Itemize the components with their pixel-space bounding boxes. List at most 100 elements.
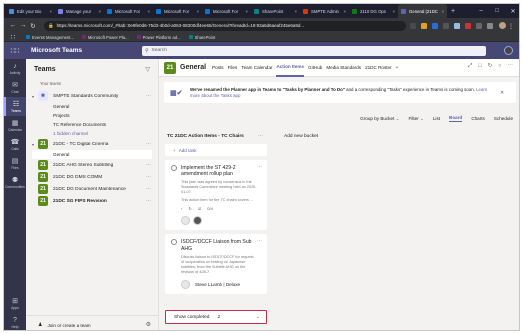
profile-avatar[interactable]: [499, 22, 506, 29]
tab-team-calendar[interactable]: Team Calendar: [241, 59, 272, 77]
tab-close-icon[interactable]: ×: [196, 9, 199, 14]
task-card[interactable]: ⋯ Implement the ST 429-2 amendment rollu…: [165, 160, 267, 231]
url-field[interactable]: 🔒 https://teams.microsoft.com/_#/tab::0e…: [44, 20, 406, 31]
team-more-icon[interactable]: ⋯: [146, 198, 151, 204]
team-more-icon[interactable]: ⋯: [146, 174, 151, 180]
team-more-icon[interactable]: ⋯: [146, 141, 151, 147]
back-icon[interactable]: ←: [8, 22, 18, 29]
team-item[interactable]: ▾ 21 21DC - TC Digital Cinema ⋯: [26, 138, 158, 150]
bookmark-item[interactable]: Events Management...: [26, 35, 74, 40]
rail-communities[interactable]: ⚉ Communities: [4, 173, 26, 192]
rail-teams[interactable]: ☷ Teams: [4, 97, 26, 116]
forward-icon[interactable]: →: [18, 22, 28, 29]
rail-chat[interactable]: ✉ Chat: [4, 78, 26, 97]
settings-gear-icon[interactable]: ⚙: [146, 321, 151, 328]
chat-bubble-icon[interactable]: □: [478, 63, 481, 70]
add-tab-icon[interactable]: +: [396, 59, 399, 77]
waffle-icon[interactable]: ∷∷: [4, 47, 26, 55]
globe-icon[interactable]: ○: [498, 63, 501, 70]
assignee-avatar[interactable]: [181, 216, 190, 226]
show-completed-button[interactable]: Show completed 2 ⌄: [165, 310, 267, 324]
task-card[interactable]: ⋯ ISDCF/DCCF Liaison from Sub AHG Discus…: [165, 234, 267, 294]
assignee-avatar[interactable]: [181, 279, 190, 289]
extension-icon[interactable]: [465, 22, 471, 29]
extension-icon[interactable]: [454, 22, 460, 29]
tab-close-icon[interactable]: ×: [245, 9, 248, 14]
extension-icon[interactable]: [443, 22, 449, 29]
apps-grid-icon[interactable]: ∷: [8, 33, 18, 41]
group-by-dropdown[interactable]: Group by Bucket ⌄: [360, 116, 399, 122]
complete-checkbox[interactable]: [171, 239, 177, 246]
channel-item[interactable]: Projects: [26, 111, 158, 120]
tab-close-icon[interactable]: ×: [441, 9, 444, 14]
new-tab-button[interactable]: +: [447, 4, 459, 18]
browser-tab[interactable]: 2110 DG Ops ×: [349, 4, 398, 18]
bookmark-item[interactable]: SharePoint: [188, 35, 215, 40]
expand-chevron-icon[interactable]: ▾: [32, 142, 34, 147]
tab-github[interactable]: GitHub: [308, 59, 322, 77]
team-item[interactable]: 21 21DC DG Document Maintenance ⋯: [26, 183, 158, 195]
browser-tab[interactable]: SharePoint ×: [251, 4, 300, 18]
reload-icon[interactable]: ↻: [28, 22, 38, 30]
team-more-icon[interactable]: ⋯: [146, 186, 151, 192]
rail-files[interactable]: ▤ Files: [4, 154, 26, 173]
add-task-button[interactable]: + Add task: [165, 144, 267, 156]
extension-icon[interactable]: [432, 22, 438, 29]
assignee-avatar[interactable]: [193, 216, 202, 226]
close-icon[interactable]: ✕: [505, 4, 519, 18]
star-icon[interactable]: [410, 22, 416, 29]
tab-action-items[interactable]: Action Items: [276, 59, 305, 77]
expand-icon[interactable]: ⤢: [468, 63, 472, 70]
tab-media-standards[interactable]: Media Standards: [326, 59, 361, 77]
view-schedule[interactable]: Schedule: [494, 116, 513, 121]
filter-dropdown[interactable]: Filter ⌄: [409, 116, 424, 122]
user-avatar[interactable]: [504, 46, 513, 55]
rail-apps[interactable]: ⊞ Apps: [4, 294, 26, 313]
bookmark-item[interactable]: Power Platform ad...: [136, 35, 181, 40]
extension-icon[interactable]: [421, 22, 427, 29]
tab-close-icon[interactable]: ×: [147, 9, 150, 14]
team-item[interactable]: 21 21DC DG DMS COMM ⋯: [26, 171, 158, 183]
complete-checkbox[interactable]: [171, 165, 177, 171]
dismiss-icon[interactable]: ✕: [500, 90, 504, 96]
browser-tab[interactable]: General (21DC ×: [398, 4, 447, 18]
browser-tab[interactable]: Microsoft For ×: [104, 4, 153, 18]
extension-icon[interactable]: [476, 22, 482, 29]
tab-close-icon[interactable]: ×: [392, 9, 395, 14]
add-bucket-button[interactable]: Add new bucket: [284, 134, 318, 139]
browser-tab[interactable]: Manage your ×: [55, 4, 104, 18]
team-item[interactable]: ▾ ✱ SMPTE Standards Community ⋯: [26, 90, 158, 102]
expand-chevron-icon[interactable]: ▾: [32, 94, 34, 99]
channel-item[interactable]: General: [32, 150, 152, 159]
browser-tab[interactable]: Edit your Bio ×: [6, 4, 55, 18]
minimize-icon[interactable]: –: [473, 4, 489, 18]
rail-calendar[interactable]: ▦ Calendar: [4, 116, 26, 135]
rail-help[interactable]: ? Help: [4, 313, 26, 330]
browser-tab[interactable]: SMPTE Admin ×: [300, 4, 349, 18]
tab-close-icon[interactable]: ×: [294, 9, 297, 14]
bookmark-item[interactable]: Microsoft Power Pla...: [81, 35, 129, 40]
view-charts[interactable]: Charts: [471, 116, 485, 121]
menu-icon[interactable]: ⋮: [506, 22, 516, 30]
channel-item[interactable]: TC Reference Documents: [26, 120, 158, 129]
tab-close-icon[interactable]: ×: [98, 9, 101, 14]
search-input[interactable]: ⚲ Search: [142, 45, 486, 56]
view-list[interactable]: List: [433, 116, 440, 121]
browser-tab[interactable]: Microsoft For ×: [202, 4, 251, 18]
refresh-icon[interactable]: ↻: [488, 63, 493, 70]
filter-icon[interactable]: ▽: [145, 66, 150, 73]
tab-close-icon[interactable]: ×: [343, 9, 346, 14]
channel-item[interactable]: General: [26, 102, 158, 111]
tab-files[interactable]: Files: [228, 59, 238, 77]
tab-21dc-roster[interactable]: 21DC Roster: [365, 59, 392, 77]
maximize-icon[interactable]: □: [489, 4, 505, 18]
view-board[interactable]: Board: [449, 115, 463, 122]
team-item[interactable]: 21 21DC AHG Stereo Subtitling ⋯: [26, 159, 158, 171]
puzzle-icon[interactable]: [487, 22, 493, 29]
tab-posts[interactable]: Posts: [212, 59, 224, 77]
hidden-channels-link[interactable]: 1 hidden channel: [26, 129, 158, 138]
tab-close-icon[interactable]: ×: [49, 9, 52, 14]
rail-activity[interactable]: ♪ Activity: [4, 59, 26, 78]
team-more-icon[interactable]: ⋯: [146, 93, 151, 99]
browser-tab[interactable]: Microsoft For ×: [153, 4, 202, 18]
